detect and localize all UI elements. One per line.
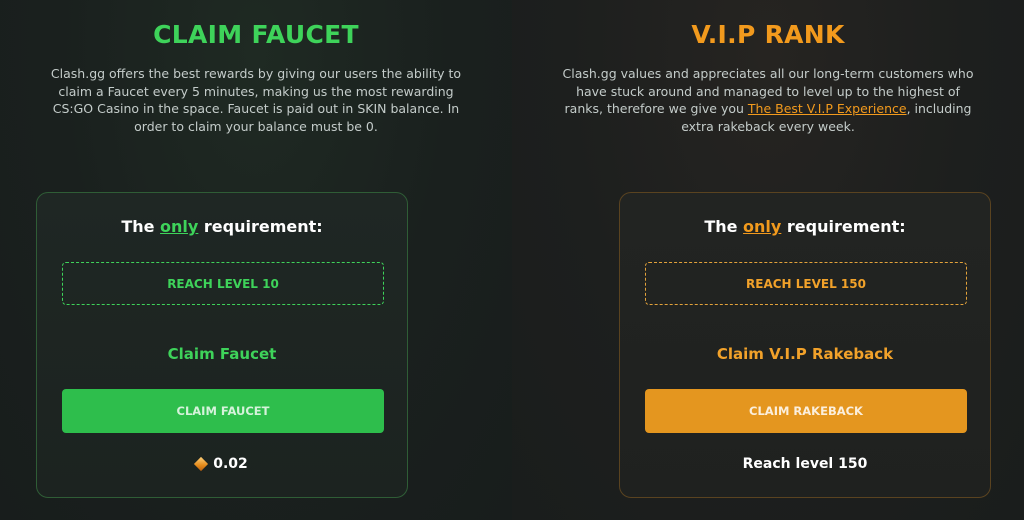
vip-footer-text: Reach level 150 xyxy=(742,456,868,472)
vip-claim-label: Claim V.I.P Rakeback xyxy=(716,345,894,363)
vip-level-requirement: REACH LEVEL 150 xyxy=(645,262,967,305)
requirement-only: only xyxy=(160,217,199,236)
faucet-requirement-heading: The only requirement: xyxy=(37,217,407,236)
requirement-prefix: The xyxy=(121,217,161,236)
faucet-panel: CLAIM FAUCET Clash.gg offers the best re… xyxy=(0,0,512,520)
faucet-claim-label: Claim Faucet xyxy=(167,345,277,363)
requirement-only: only xyxy=(743,217,782,236)
claim-faucet-button[interactable]: CLAIM FAUCET xyxy=(62,389,384,433)
vip-description: Clash.gg values and appreciates all our … xyxy=(557,65,979,135)
faucet-title: CLAIM FAUCET xyxy=(153,20,359,49)
vip-experience-link[interactable]: The Best V.I.P Experience xyxy=(748,101,907,116)
faucet-amount: 0.02 xyxy=(37,456,407,472)
faucet-description: Clash.gg offers the best rewards by givi… xyxy=(50,66,462,134)
vip-requirement-heading: The only requirement: xyxy=(620,217,990,236)
requirement-suffix: requirement: xyxy=(781,217,906,236)
requirement-prefix: The xyxy=(704,217,744,236)
vip-card: The only requirement: REACH LEVEL 150 Cl… xyxy=(619,192,991,498)
requirement-suffix: requirement: xyxy=(198,217,323,236)
vip-title: V.I.P RANK xyxy=(691,20,845,49)
faucet-card: The only requirement: REACH LEVEL 10 Cla… xyxy=(36,192,408,498)
coin-icon xyxy=(194,456,209,472)
vip-panel: V.I.P RANK Clash.gg values and appreciat… xyxy=(512,0,1024,520)
faucet-amount-value: 0.02 xyxy=(213,456,248,472)
claim-rakeback-button[interactable]: CLAIM RAKEBACK xyxy=(645,389,967,433)
faucet-level-requirement: REACH LEVEL 10 xyxy=(62,262,384,305)
